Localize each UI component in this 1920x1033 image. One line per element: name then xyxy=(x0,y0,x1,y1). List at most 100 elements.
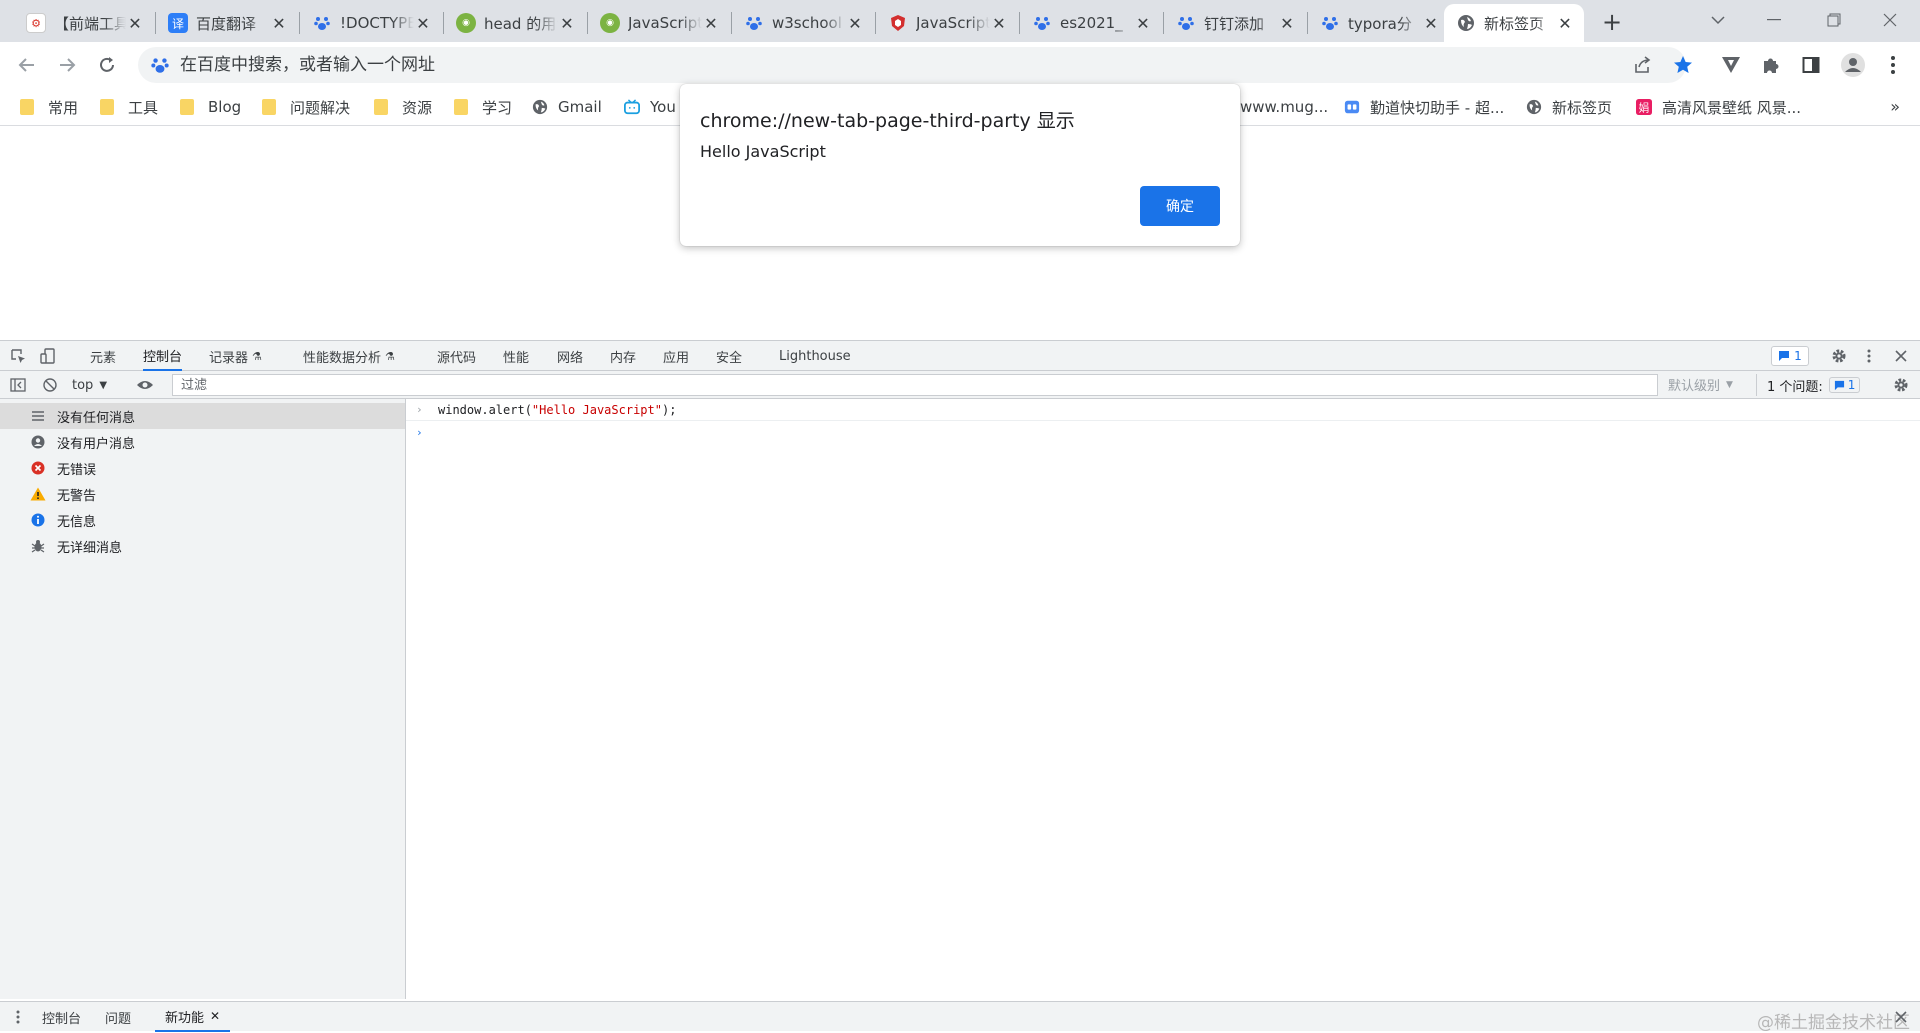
new-tab-button[interactable]: + xyxy=(1598,8,1626,36)
bookmark-star-icon[interactable] xyxy=(1668,50,1698,80)
close-icon[interactable]: ✕ xyxy=(210,1009,220,1023)
devtools-menu-icon[interactable] xyxy=(1860,347,1878,365)
experiment-flask-icon: ⚗ xyxy=(252,349,262,363)
side-panel-icon[interactable] xyxy=(1796,50,1826,80)
devtools-tab-network[interactable]: 网络 xyxy=(557,341,583,371)
devtools-tab-elements[interactable]: 元素 xyxy=(90,341,116,371)
close-window-icon[interactable] xyxy=(1862,0,1918,40)
close-icon[interactable]: ✕ xyxy=(702,14,720,33)
menu-kebab-icon[interactable] xyxy=(1878,50,1908,80)
bookmark-label: 资源 xyxy=(402,98,433,117)
baidu-paw-icon xyxy=(1032,13,1052,33)
sidebar-item-warnings[interactable]: 无警告 xyxy=(0,481,405,507)
browser-tab[interactable]: 译 百度翻译 ✕ xyxy=(156,4,298,42)
sidebar-item-verbose[interactable]: 无详细消息 xyxy=(0,533,405,559)
console-output[interactable]: › window.alert("Hello JavaScript"); › xyxy=(406,399,1920,999)
close-icon[interactable]: ✕ xyxy=(1134,14,1152,33)
bookmarks-overflow-button[interactable]: » xyxy=(1890,97,1900,116)
bookmark-qindao[interactable]: 勤道快切助手 - 超... xyxy=(1344,95,1504,119)
browser-tab[interactable]: ⚙ 【前端工具】 ✕ xyxy=(14,4,154,42)
devtools-tab-application[interactable]: 应用 xyxy=(663,341,689,371)
close-icon[interactable]: ✕ xyxy=(1556,14,1574,33)
device-toolbar-icon[interactable] xyxy=(39,347,57,365)
bookmark-newtab[interactable]: 新标签页 xyxy=(1526,95,1612,119)
drawer-tab-console[interactable]: 控制台 xyxy=(42,1002,81,1032)
close-icon[interactable]: ✕ xyxy=(414,14,432,33)
extensions-puzzle-icon[interactable] xyxy=(1756,50,1786,80)
bookmark-folder[interactable]: 常用 xyxy=(20,95,78,119)
browser-tab[interactable]: ◉ JavaScript ✕ xyxy=(588,4,730,42)
bookmark-folder[interactable]: Blog xyxy=(180,95,241,119)
close-icon[interactable]: ✕ xyxy=(558,14,576,33)
back-icon[interactable] xyxy=(12,50,42,80)
close-icon[interactable]: ✕ xyxy=(1422,14,1440,33)
address-input[interactable] xyxy=(180,55,1480,75)
devtools-tab-sources[interactable]: 源代码 xyxy=(437,341,476,371)
bookmark-mug[interactable]: www.mug... xyxy=(1240,95,1328,119)
sidebar-item-errors[interactable]: 无错误 xyxy=(0,455,405,481)
inspect-element-icon[interactable] xyxy=(9,347,27,365)
bookmark-label: 工具 xyxy=(128,98,159,117)
browser-tab[interactable]: es2021_ ✕ xyxy=(1020,4,1162,42)
console-settings-gear-icon[interactable] xyxy=(1892,376,1910,394)
context-selector[interactable]: top ▼ xyxy=(72,375,107,395)
bookmark-folder[interactable]: 学习 xyxy=(454,95,512,119)
reload-icon[interactable] xyxy=(92,50,122,80)
drawer-tab-whats-new[interactable]: 新功能 ✕ xyxy=(155,1002,231,1032)
bookmark-folder[interactable]: 工具 xyxy=(100,95,158,119)
globe-icon xyxy=(1526,99,1542,115)
issues-counter-label: 1 个问题: xyxy=(1767,379,1823,395)
console-prompt[interactable]: › xyxy=(406,421,1920,443)
devtools-tab-recorder[interactable]: 记录器 ⚗ xyxy=(209,341,262,371)
sidebar-item-messages[interactable]: 没有任何消息 xyxy=(0,403,405,429)
sidebar-item-info[interactable]: 无信息 xyxy=(0,507,405,533)
issues-counter[interactable]: 1 个问题: 1 xyxy=(1756,374,1861,396)
forward-icon[interactable] xyxy=(52,50,82,80)
tab-search-icon[interactable] xyxy=(1690,0,1746,40)
bookmark-folder[interactable]: 问题解决 xyxy=(262,95,350,119)
devtools-tab-security[interactable]: 安全 xyxy=(716,341,742,371)
bookmark-wallpaper[interactable]: 娟 高清风景壁纸 风景... xyxy=(1636,95,1801,119)
bookmark-youtube[interactable]: You xyxy=(624,95,676,119)
devtools-tab-performance-insights[interactable]: 性能数据分析 ⚗ xyxy=(303,341,395,371)
share-icon[interactable] xyxy=(1628,50,1658,80)
prompt-chevron-icon: › xyxy=(416,425,423,439)
show-sidebar-icon[interactable] xyxy=(9,376,27,394)
log-levels-dropdown[interactable]: 默认级别 ▼ xyxy=(1668,375,1733,394)
close-devtools-icon[interactable] xyxy=(1892,347,1910,365)
ok-button[interactable]: 确定 xyxy=(1140,186,1220,226)
address-bar[interactable] xyxy=(138,47,1686,83)
restore-icon[interactable] xyxy=(1806,0,1862,40)
extension-v-icon[interactable] xyxy=(1716,50,1746,80)
live-expression-eye-icon[interactable] xyxy=(136,376,154,394)
devtools-tab-console[interactable]: 控制台 xyxy=(143,341,183,371)
close-icon[interactable]: ✕ xyxy=(846,14,864,33)
browser-tab[interactable]: !DOCTYPE ✕ xyxy=(300,4,442,42)
devtools-tab-lighthouse[interactable]: Lighthouse xyxy=(779,341,851,371)
browser-tab[interactable]: typora分 ✕ xyxy=(1308,4,1450,42)
browser-tab-active[interactable]: 新标签页 ✕ xyxy=(1444,4,1584,42)
browser-tab[interactable]: ◉ head 的用法 ✕ xyxy=(444,4,586,42)
profile-avatar-icon[interactable] xyxy=(1838,50,1868,80)
browser-tab[interactable]: JavaScript ✕ xyxy=(876,4,1018,42)
close-icon[interactable]: ✕ xyxy=(990,14,1008,33)
drawer-tab-issues[interactable]: 问题 xyxy=(105,1002,131,1032)
drawer-menu-icon[interactable] xyxy=(9,1008,27,1026)
sidebar-item-user-messages[interactable]: 没有用户消息 xyxy=(0,429,405,455)
devtools-tab-memory[interactable]: 内存 xyxy=(610,341,636,371)
clear-console-icon[interactable] xyxy=(41,376,59,394)
devtools-tab-performance[interactable]: 性能 xyxy=(503,341,529,371)
close-icon[interactable]: ✕ xyxy=(126,14,144,33)
bookmark-gmail[interactable]: Gmail xyxy=(532,95,602,119)
console-filter-input[interactable] xyxy=(172,374,1658,396)
close-drawer-icon[interactable] xyxy=(1892,1008,1910,1026)
settings-gear-icon[interactable] xyxy=(1830,347,1848,365)
close-icon[interactable]: ✕ xyxy=(1278,14,1296,33)
browser-tab[interactable]: 钉钉添加 ✕ xyxy=(1164,4,1306,42)
bookmark-folder[interactable]: 资源 xyxy=(374,95,432,119)
browser-tab[interactable]: w3school ✕ xyxy=(732,4,874,42)
minimize-icon[interactable] xyxy=(1746,0,1802,40)
bookmark-label: 勤道快切助手 - 超... xyxy=(1370,98,1505,117)
issues-badge-button[interactable]: 1 xyxy=(1771,346,1809,366)
close-icon[interactable]: ✕ xyxy=(270,14,288,33)
